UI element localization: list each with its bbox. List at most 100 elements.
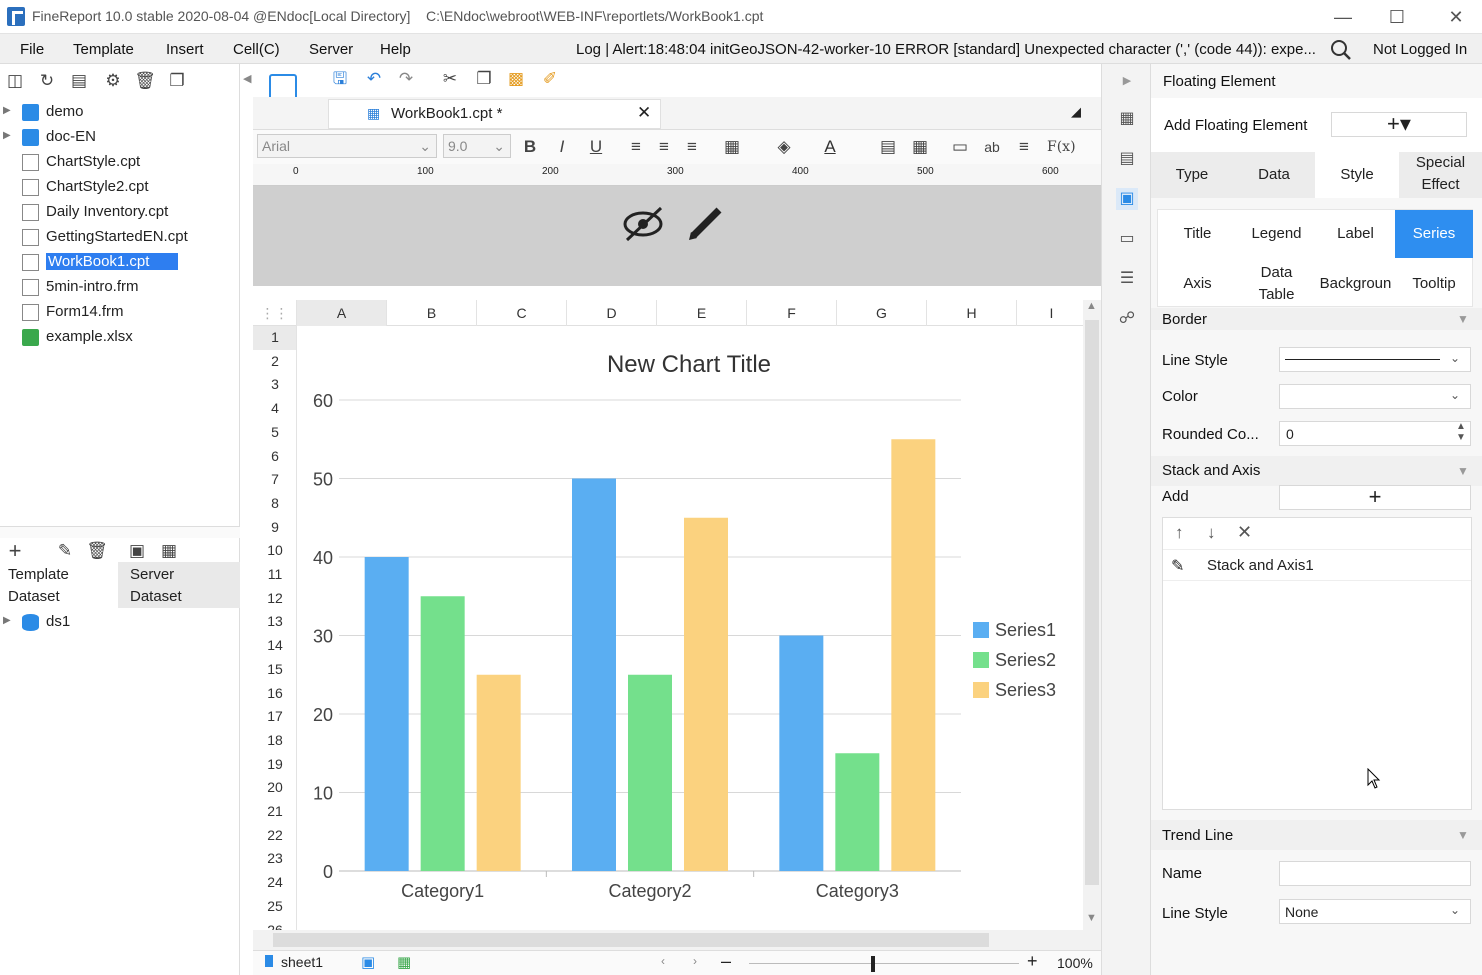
edit-icon[interactable]: ✎ [1171,556,1184,576]
row-header-10[interactable]: 10 [253,539,296,563]
align-left-icon[interactable]: ≡ [625,136,647,158]
stepper-icon[interactable]: ▲ ▼ [1456,421,1466,443]
split-cells-icon[interactable]: ▦ [909,136,931,158]
log-message[interactable]: Log | Alert:18:48:04 initGeoJSON-42-work… [576,41,1316,58]
hide-icon[interactable] [623,204,667,244]
italic-icon[interactable]: I [551,136,573,158]
font-color-icon[interactable]: A [819,136,841,158]
scroll-thumb[interactable] [273,933,989,947]
edit-icon[interactable]: ✎ [54,540,76,562]
sheet-canvas[interactable]: New Chart Title 0 10 20 30 40 50 60 Category1 Cat… [297,326,1083,930]
remove-icon[interactable]: ✕ [1237,522,1252,543]
delete-icon[interactable]: 🗑 [134,70,156,92]
menu-help[interactable]: Help [380,41,411,58]
condition-icon[interactable]: ☰ [1116,268,1138,290]
wrap-icon[interactable]: ≡ [1013,136,1035,158]
tree-item-getting-started[interactable]: GettingStartedEN.cpt [0,225,238,250]
subtab-series[interactable]: Series [1395,210,1473,258]
zoom-slider-handle[interactable] [871,956,875,972]
add-sheet-icon[interactable]: ▣ [361,953,375,971]
column-header-d[interactable]: D [567,300,657,326]
floating-element-icon[interactable]: ▣ [1116,188,1138,210]
row-header-18[interactable]: 18 [253,729,296,753]
paste-icon[interactable]: ▩ [505,68,527,90]
trend-line-style-select[interactable]: None ⌄ [1279,899,1471,924]
scroll-up-icon[interactable]: ▲ [1086,300,1097,312]
row-header-8[interactable]: 8 [253,492,296,516]
border-section[interactable]: Border ▼ [1151,308,1482,330]
row-header-24[interactable]: 24 [253,871,296,895]
trend-line-section[interactable]: Trend Line ▼ [1151,820,1482,850]
row-header-22[interactable]: 22 [253,824,296,848]
expand-icon[interactable]: ◢ [1071,104,1081,120]
column-header-a[interactable]: A [297,300,387,326]
scroll-down-icon[interactable]: ▼ [1086,912,1097,924]
delete-icon[interactable]: 🗑 [86,540,108,562]
column-header-i[interactable]: I [1017,300,1087,326]
search-icon[interactable] [1330,39,1352,61]
edit-icon[interactable] [687,202,727,242]
row-header-20[interactable]: 20 [253,776,296,800]
font-size-select[interactable]: 9.0 ⌄ [443,134,511,158]
tree-item-daily-inventory[interactable]: Daily Inventory.cpt [0,200,238,225]
row-header-25[interactable]: 25 [253,895,296,919]
tab-workbook1[interactable]: ▦ WorkBook1.cpt * ✕ [328,99,661,129]
tree-item-example-xlsx[interactable]: example.xlsx [0,325,238,350]
subtab-label[interactable]: Label [1316,210,1395,258]
scroll-thumb[interactable] [1085,320,1099,885]
tree-item-workbook1[interactable]: WorkBook1.cpt [0,250,238,275]
zoom-out-icon[interactable]: – [721,951,731,972]
login-status[interactable]: Not Logged In [1373,41,1467,58]
horizontal-scrollbar[interactable] [253,930,1101,950]
row-header-9[interactable]: 9 [253,516,296,540]
tab-data[interactable]: Data [1233,152,1315,198]
cell-properties-icon[interactable]: ▦ [1116,108,1138,130]
formula-icon[interactable]: F(x) [1047,136,1076,158]
subtab-tooltip[interactable]: Tooltip [1395,260,1473,308]
tab-special-effect[interactable]: Special Effect [1399,152,1482,198]
menu-cell[interactable]: Cell(C) [233,41,280,58]
tree-item-doc-en[interactable]: ▶ doc-EN [0,125,238,150]
rounded-corner-input[interactable]: 0 ▲ ▼ [1279,421,1471,446]
collapse-right-icon[interactable]: ▶ [1116,70,1138,92]
color-select[interactable]: ⌄ [1279,384,1471,409]
settings-icon[interactable]: ⚙ [102,70,124,92]
tab-type[interactable]: Type [1151,152,1233,198]
menu-server[interactable]: Server [309,41,353,58]
close-window-button[interactable]: ✕ [1433,2,1479,32]
column-header-g[interactable]: G [837,300,927,326]
row-header-12[interactable]: 12 [253,587,296,611]
tree-item-demo[interactable]: ▶ demo [0,100,238,125]
merge-cells-icon[interactable]: ▤ [877,136,899,158]
stack-axis-section[interactable]: Stack and Axis ▼ [1151,456,1482,486]
row-header-23[interactable]: 23 [253,847,296,871]
vertical-scrollbar[interactable]: ▲ ▼ [1083,300,1101,930]
add-dataset-icon[interactable]: + [4,540,26,562]
sheet-tab[interactable]: sheet1 [281,954,323,970]
row-header-2[interactable]: 2 [253,350,296,374]
tab-server-dataset[interactable]: Server Dataset [120,562,240,608]
row-header-4[interactable]: 4 [253,397,296,421]
line-style-select[interactable]: ⌄ [1279,347,1471,372]
tree-item-chartstyle2[interactable]: ChartStyle2.cpt [0,175,238,200]
row-header-26[interactable]: 26 [253,919,296,931]
trend-name-input[interactable] [1279,861,1471,886]
open-icon[interactable]: ▤ [68,70,90,92]
tree-item-5min-intro[interactable]: 5min-intro.frm [0,275,238,300]
underline-icon[interactable]: U [585,136,607,158]
collapse-left-icon[interactable]: ◀ [243,72,251,85]
panel-divider[interactable] [0,526,240,538]
bar-chart[interactable]: New Chart Title 0 10 20 30 40 50 60 Category1 Cat… [297,326,1083,930]
menu-file[interactable]: File [20,41,44,58]
copy-icon[interactable]: ❐ [166,70,188,92]
row-header-17[interactable]: 17 [253,705,296,729]
preview-icon[interactable]: ▣ [126,540,148,562]
server-dataset-icon[interactable]: ▦ [158,540,180,562]
tree-item-form14[interactable]: Form14.frm [0,300,238,325]
cut-icon[interactable]: ✂ [439,68,461,90]
column-header-e[interactable]: E [657,300,747,326]
row-header-11[interactable]: 11 [253,563,296,587]
next-sheet-icon[interactable]: › [693,954,697,968]
maximize-button[interactable]: ☐ [1374,2,1420,32]
row-header-1[interactable]: 1 [253,326,296,350]
